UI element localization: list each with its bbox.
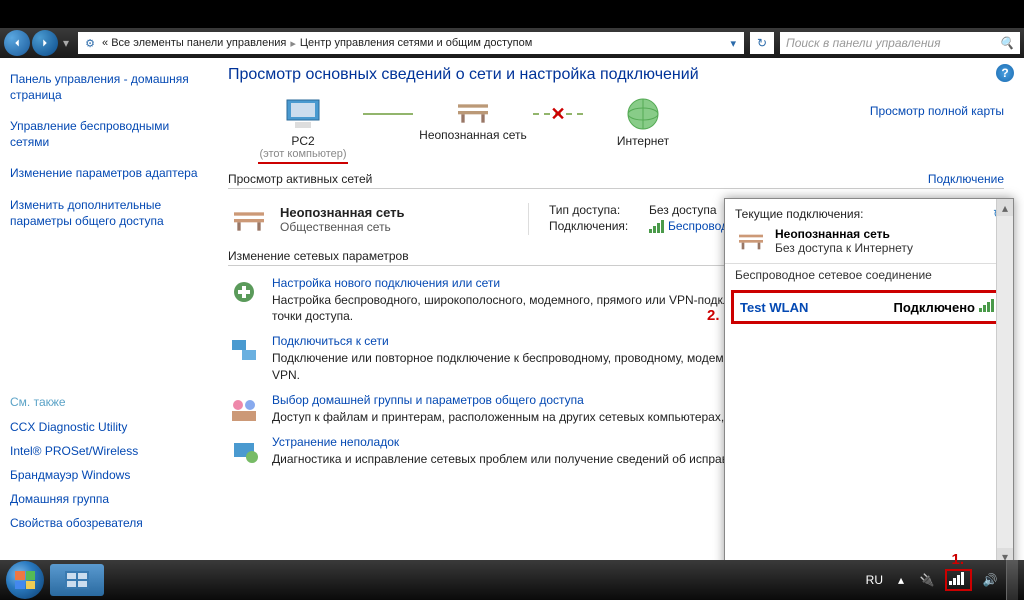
- setup-connection-icon: [228, 276, 260, 308]
- network-tray-icon[interactable]: [945, 569, 972, 591]
- sidebar-link-sharing[interactable]: Изменить дополнительные параметры общего…: [8, 194, 200, 233]
- annotation-1: 1.: [951, 551, 964, 568]
- connections-label: Подключения:: [549, 219, 649, 233]
- map-node-internet[interactable]: Интернет: [588, 96, 698, 148]
- search-placeholder: Поиск в панели управления: [786, 36, 941, 50]
- start-button[interactable]: [6, 561, 44, 599]
- flyout-current-name: Неопознанная сеть: [775, 227, 913, 241]
- taskbar: RU ▴ 🔌 1. 🔊: [0, 560, 1024, 600]
- internet-label: Интернет: [617, 134, 669, 148]
- nav-back-button[interactable]: [4, 30, 30, 56]
- system-tray: RU ▴ 🔌 1. 🔊: [866, 569, 998, 591]
- also-link-proset[interactable]: Intel® PROSet/Wireless: [8, 441, 200, 461]
- also-link-firewall[interactable]: Брандмауэр Windows: [8, 465, 200, 485]
- see-also-heading: См. также: [8, 391, 200, 413]
- pc-name: PC2: [291, 134, 314, 148]
- bench-icon: [452, 96, 494, 126]
- also-link-browser[interactable]: Свойства обозревателя: [8, 513, 200, 533]
- flyout-current-sub: Без доступа к Интернету: [775, 241, 913, 255]
- flyout-wireless-heading[interactable]: Беспроводное сетевое соединение▴: [725, 263, 1013, 286]
- active-networks-heading: Просмотр активных сетей Подключение: [228, 172, 1004, 189]
- language-indicator[interactable]: RU: [866, 573, 883, 587]
- tray-chevron-up-icon[interactable]: ▴: [893, 572, 909, 588]
- network-map: PC2 (этот компьютер) Неопознанная сеть ✕…: [228, 96, 1004, 164]
- unknown-net-label: Неопознанная сеть: [419, 128, 527, 142]
- refresh-button[interactable]: ↻: [750, 32, 774, 54]
- breadcrumb-root[interactable]: Все элементы панели управления: [111, 37, 286, 49]
- flyout-heading: Текущие подключения:: [735, 207, 863, 221]
- breadcrumb-chevrons: «: [102, 37, 108, 49]
- help-icon[interactable]: ?: [996, 64, 1014, 82]
- breadcrumb[interactable]: ⚙ « Все элементы панели управления ▸ Цен…: [78, 32, 744, 54]
- troubleshoot-icon: [228, 435, 260, 467]
- control-panel-icon: ⚙: [82, 35, 98, 51]
- connect-network-icon: [228, 334, 260, 366]
- nav-history-dropdown[interactable]: ▾: [60, 33, 72, 53]
- flyout-net-status: Подключено: [894, 300, 975, 315]
- sidebar-link-wireless[interactable]: Управление беспроводными сетями: [8, 115, 200, 154]
- search-input[interactable]: Поиск в панели управления 🔍: [780, 32, 1020, 54]
- breadcrumb-current[interactable]: Центр управления сетями и общим доступом: [300, 37, 532, 49]
- also-link-ccx[interactable]: CCX Diagnostic Utility: [8, 417, 200, 437]
- sidebar: Панель управления - домашняя страница Уп…: [0, 58, 208, 560]
- power-icon[interactable]: 🔌: [919, 572, 935, 588]
- active-net-type[interactable]: Общественная сеть: [280, 220, 405, 234]
- wifi-bars-icon: [649, 219, 664, 233]
- connect-link[interactable]: Подключение: [928, 172, 1004, 186]
- scroll-up-icon[interactable]: ▴: [997, 199, 1013, 216]
- sidebar-home-link[interactable]: Панель управления - домашняя страница: [8, 68, 200, 107]
- param-desc: Диагностика и исправление сетевых пробле…: [272, 451, 765, 467]
- chevron-right-icon: ▸: [286, 37, 300, 50]
- homegroup-icon: [228, 393, 260, 425]
- globe-icon: [619, 96, 667, 132]
- flyout-net-name: Test WLAN: [740, 300, 808, 315]
- annotation-underline: [258, 162, 348, 164]
- active-net-name: Неопознанная сеть: [280, 205, 405, 220]
- computer-icon: [279, 96, 327, 132]
- wifi-bars-icon: [979, 299, 994, 312]
- volume-icon[interactable]: 🔊: [982, 572, 998, 588]
- flyout-network-item[interactable]: Test WLAN Подключено: [731, 290, 1007, 324]
- access-label: Тип доступа:: [549, 203, 649, 217]
- page-title: Просмотр основных сведений о сети и наст…: [228, 66, 1004, 84]
- map-node-pc[interactable]: PC2 (этот компьютер): [248, 96, 358, 164]
- disconnected-x-icon: ✕: [550, 104, 565, 125]
- bench-icon: [228, 204, 270, 234]
- taskbar-app-control-panel[interactable]: [50, 564, 104, 596]
- flyout-current-connection: Неопознанная сеть Без доступа к Интернет…: [725, 225, 1013, 263]
- network-flyout: Текущие подключения: ↻ Неопознанная сеть…: [724, 198, 1014, 596]
- annotation-2: 2.: [707, 307, 720, 324]
- sidebar-link-adapter[interactable]: Изменение параметров адаптера: [8, 162, 200, 186]
- flyout-scrollbar[interactable]: ▴ ▾: [996, 199, 1013, 565]
- param-title[interactable]: Устранение неполадок: [272, 435, 765, 449]
- access-value: Без доступа: [649, 203, 717, 217]
- also-link-homegroup[interactable]: Домашняя группа: [8, 489, 200, 509]
- explorer-toolbar: ▾ ⚙ « Все элементы панели управления ▸ Ц…: [0, 28, 1024, 58]
- full-map-link[interactable]: Просмотр полной карты: [870, 104, 1004, 118]
- bench-icon: [735, 227, 767, 253]
- windows-logo-icon: [15, 571, 35, 589]
- breadcrumb-dropdown[interactable]: ▾: [726, 37, 740, 50]
- nav-forward-button[interactable]: [32, 30, 58, 56]
- search-icon: 🔍: [999, 36, 1014, 50]
- pc-sublabel: (этот компьютер): [259, 148, 346, 160]
- map-node-unknown[interactable]: Неопознанная сеть: [418, 96, 528, 142]
- show-desktop-button[interactable]: [1006, 560, 1018, 600]
